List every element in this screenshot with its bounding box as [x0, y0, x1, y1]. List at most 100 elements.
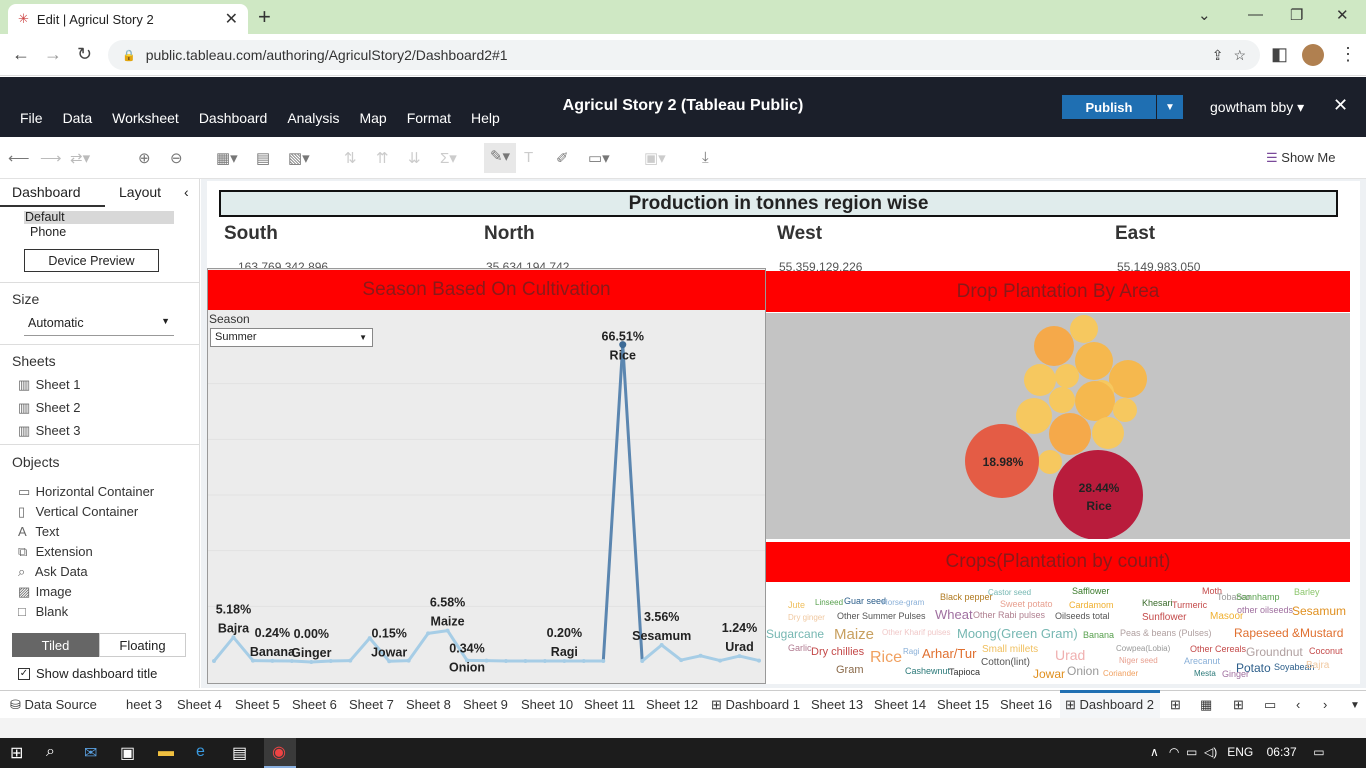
new-worksheet-tab-icon[interactable]: ▦	[1200, 697, 1212, 713]
menu-map[interactable]: Map	[349, 110, 396, 126]
download-icon[interactable]: ⤓	[702, 149, 709, 166]
data-point[interactable]	[757, 658, 761, 663]
data-point[interactable]	[659, 643, 664, 648]
mail-icon[interactable]: ✉	[84, 743, 97, 763]
bubble[interactable]	[1038, 450, 1062, 474]
fit-icon[interactable]: ▭▾	[588, 149, 610, 167]
word-cloud-item[interactable]: Small millets	[982, 645, 1038, 655]
tab-overflow-icon[interactable]: ⊞	[1170, 697, 1181, 713]
show-me-button[interactable]: ☰ Show Me	[1266, 150, 1335, 166]
word-cloud-item[interactable]: Coconut	[1309, 647, 1343, 656]
tab-sheet[interactable]: Sheet 7	[349, 697, 394, 712]
data-point[interactable]	[250, 658, 255, 663]
bubble[interactable]	[1024, 364, 1056, 396]
word-cloud-item[interactable]: Banana	[1083, 631, 1114, 640]
word-cloud-item[interactable]: Castor seed	[988, 589, 1031, 597]
tab-sheet[interactable]: Sheet 14	[874, 697, 926, 712]
sheet-item[interactable]: ▥ Sheet 2	[18, 400, 80, 416]
wifi-icon[interactable]: ◠	[1169, 745, 1179, 759]
word-cloud-item[interactable]: Ragi	[903, 648, 919, 656]
duplicate-icon[interactable]: ▤	[256, 149, 270, 167]
close-authoring-icon[interactable]: ✕	[1333, 95, 1348, 116]
word-cloud-item[interactable]: Moong(Green Gram)	[957, 627, 1078, 640]
floating-toggle[interactable]: Floating	[99, 633, 186, 657]
tab-sheet[interactable]: Sheet 6	[292, 697, 337, 712]
scroll-right-icon[interactable]: ›	[1323, 697, 1327, 712]
tab-sheet[interactable]: Sheet 13	[811, 697, 863, 712]
word-cloud-item[interactable]: Bajra	[1306, 661, 1329, 671]
tab-sheet[interactable]: Sheet 9	[463, 697, 508, 712]
clear-sheet-icon[interactable]: ▧▾	[288, 149, 310, 167]
object-text[interactable]: A Text	[18, 524, 59, 539]
word-cloud-item[interactable]: Groundnut	[1246, 646, 1303, 658]
tab-dashboard-2[interactable]: ⊞ Dashboard 2	[1065, 697, 1154, 713]
data-point[interactable]	[503, 659, 508, 664]
tab-dashboard[interactable]: Dashboard	[12, 184, 81, 200]
highlight-icon[interactable]: ✎▾	[484, 143, 516, 173]
word-cloud-item[interactable]: Oilseeds total	[1055, 612, 1110, 621]
language-indicator[interactable]: ENG	[1227, 745, 1253, 759]
word-cloud-item[interactable]: Cotton(lint)	[981, 658, 1030, 668]
bubble[interactable]	[1113, 398, 1137, 422]
replay-icon[interactable]: ⇄▾	[70, 149, 90, 167]
chrome-taskbar-button[interactable]: ◉	[264, 738, 296, 768]
new-story-tab-icon[interactable]: ▭	[1264, 697, 1276, 713]
word-cloud-item[interactable]: Peas & beans (Pulses)	[1120, 629, 1212, 638]
word-cloud-item[interactable]: Other Rabi pulses	[973, 611, 1045, 620]
word-cloud-item[interactable]: Safflower	[1072, 587, 1109, 596]
word-cloud-item[interactable]: Sugarcane	[766, 628, 824, 640]
format-workbook-icon[interactable]: ✐	[556, 149, 569, 167]
data-point[interactable]	[445, 628, 450, 633]
more-menu-icon[interactable]: ⋮	[1339, 44, 1357, 65]
object-blank[interactable]: □ Blank	[18, 604, 68, 619]
minimize-icon[interactable]: —	[1248, 6, 1263, 23]
bubble[interactable]	[1075, 381, 1115, 421]
data-point[interactable]	[542, 659, 547, 664]
close-tab-icon[interactable]: ✕	[225, 9, 238, 29]
word-cloud-item[interactable]: Barley	[1294, 588, 1320, 597]
presentation-icon[interactable]: ▣▾	[644, 149, 666, 167]
data-point[interactable]	[562, 659, 567, 664]
star-icon[interactable]: ☆	[1233, 47, 1246, 64]
avatar[interactable]	[1302, 44, 1324, 66]
show-title-checkbox[interactable]: ✓ Show dashboard title	[18, 666, 157, 681]
word-cloud-item[interactable]: Onion	[1067, 665, 1099, 677]
reload-icon[interactable]: ↻	[77, 44, 92, 65]
data-point[interactable]	[737, 654, 742, 659]
data-point[interactable]	[348, 658, 353, 663]
word-cloud-item[interactable]: Arhar/Tur	[922, 647, 976, 660]
word-cloud-item[interactable]: Black pepper	[940, 593, 993, 602]
word-cloud[interactable]: Jute Linseed Guar seed Horse-gram Black pepp…	[766, 583, 1350, 683]
forward-icon[interactable]: →	[44, 44, 62, 65]
word-cloud-item[interactable]: Maize	[834, 627, 874, 642]
redo-icon[interactable]: ⟶	[40, 149, 62, 167]
data-point[interactable]	[309, 660, 314, 664]
season-line-chart[interactable]: 5.18% Bajra 0.24% Banana 0.00% Ginger 0.15% Jow…	[208, 310, 765, 682]
data-point[interactable]	[231, 635, 236, 640]
tiled-toggle[interactable]: Tiled	[12, 633, 99, 657]
word-cloud-item[interactable]: other oilseeds	[1237, 606, 1293, 615]
data-point[interactable]	[426, 631, 431, 636]
word-cloud-item[interactable]: Urad	[1055, 648, 1085, 662]
word-cloud-item[interactable]: Cashewnut	[905, 667, 950, 676]
bubble[interactable]	[1109, 360, 1147, 398]
sheet-item[interactable]: ▥ Sheet 3	[18, 423, 80, 439]
menu-format[interactable]: Format	[397, 110, 461, 126]
tab-sheet[interactable]: Sheet 15	[937, 697, 989, 712]
data-point[interactable]	[581, 659, 586, 664]
back-icon[interactable]: ←	[12, 44, 30, 65]
bubble[interactable]	[1049, 387, 1075, 413]
word-cloud-item[interactable]: Cardamom	[1069, 601, 1114, 610]
windows-start-icon[interactable]: ⊞	[10, 743, 23, 763]
word-cloud-item[interactable]: Dry chillies	[811, 647, 864, 658]
chevron-up-icon[interactable]: ∧	[1150, 745, 1159, 759]
word-cloud-item[interactable]: Ginger	[1222, 670, 1249, 679]
sidebar-icon[interactable]: ◧	[1271, 44, 1288, 65]
menu-analysis[interactable]: Analysis	[277, 110, 349, 126]
word-cloud-item[interactable]: Tapioca	[949, 668, 980, 677]
publish-dropdown-icon[interactable]: ▼	[1157, 95, 1183, 119]
data-point[interactable]	[484, 658, 489, 663]
undo-icon[interactable]: ⟵	[8, 149, 30, 167]
tab-sheet[interactable]: Sheet 8	[406, 697, 451, 712]
bubble[interactable]	[1075, 342, 1113, 380]
